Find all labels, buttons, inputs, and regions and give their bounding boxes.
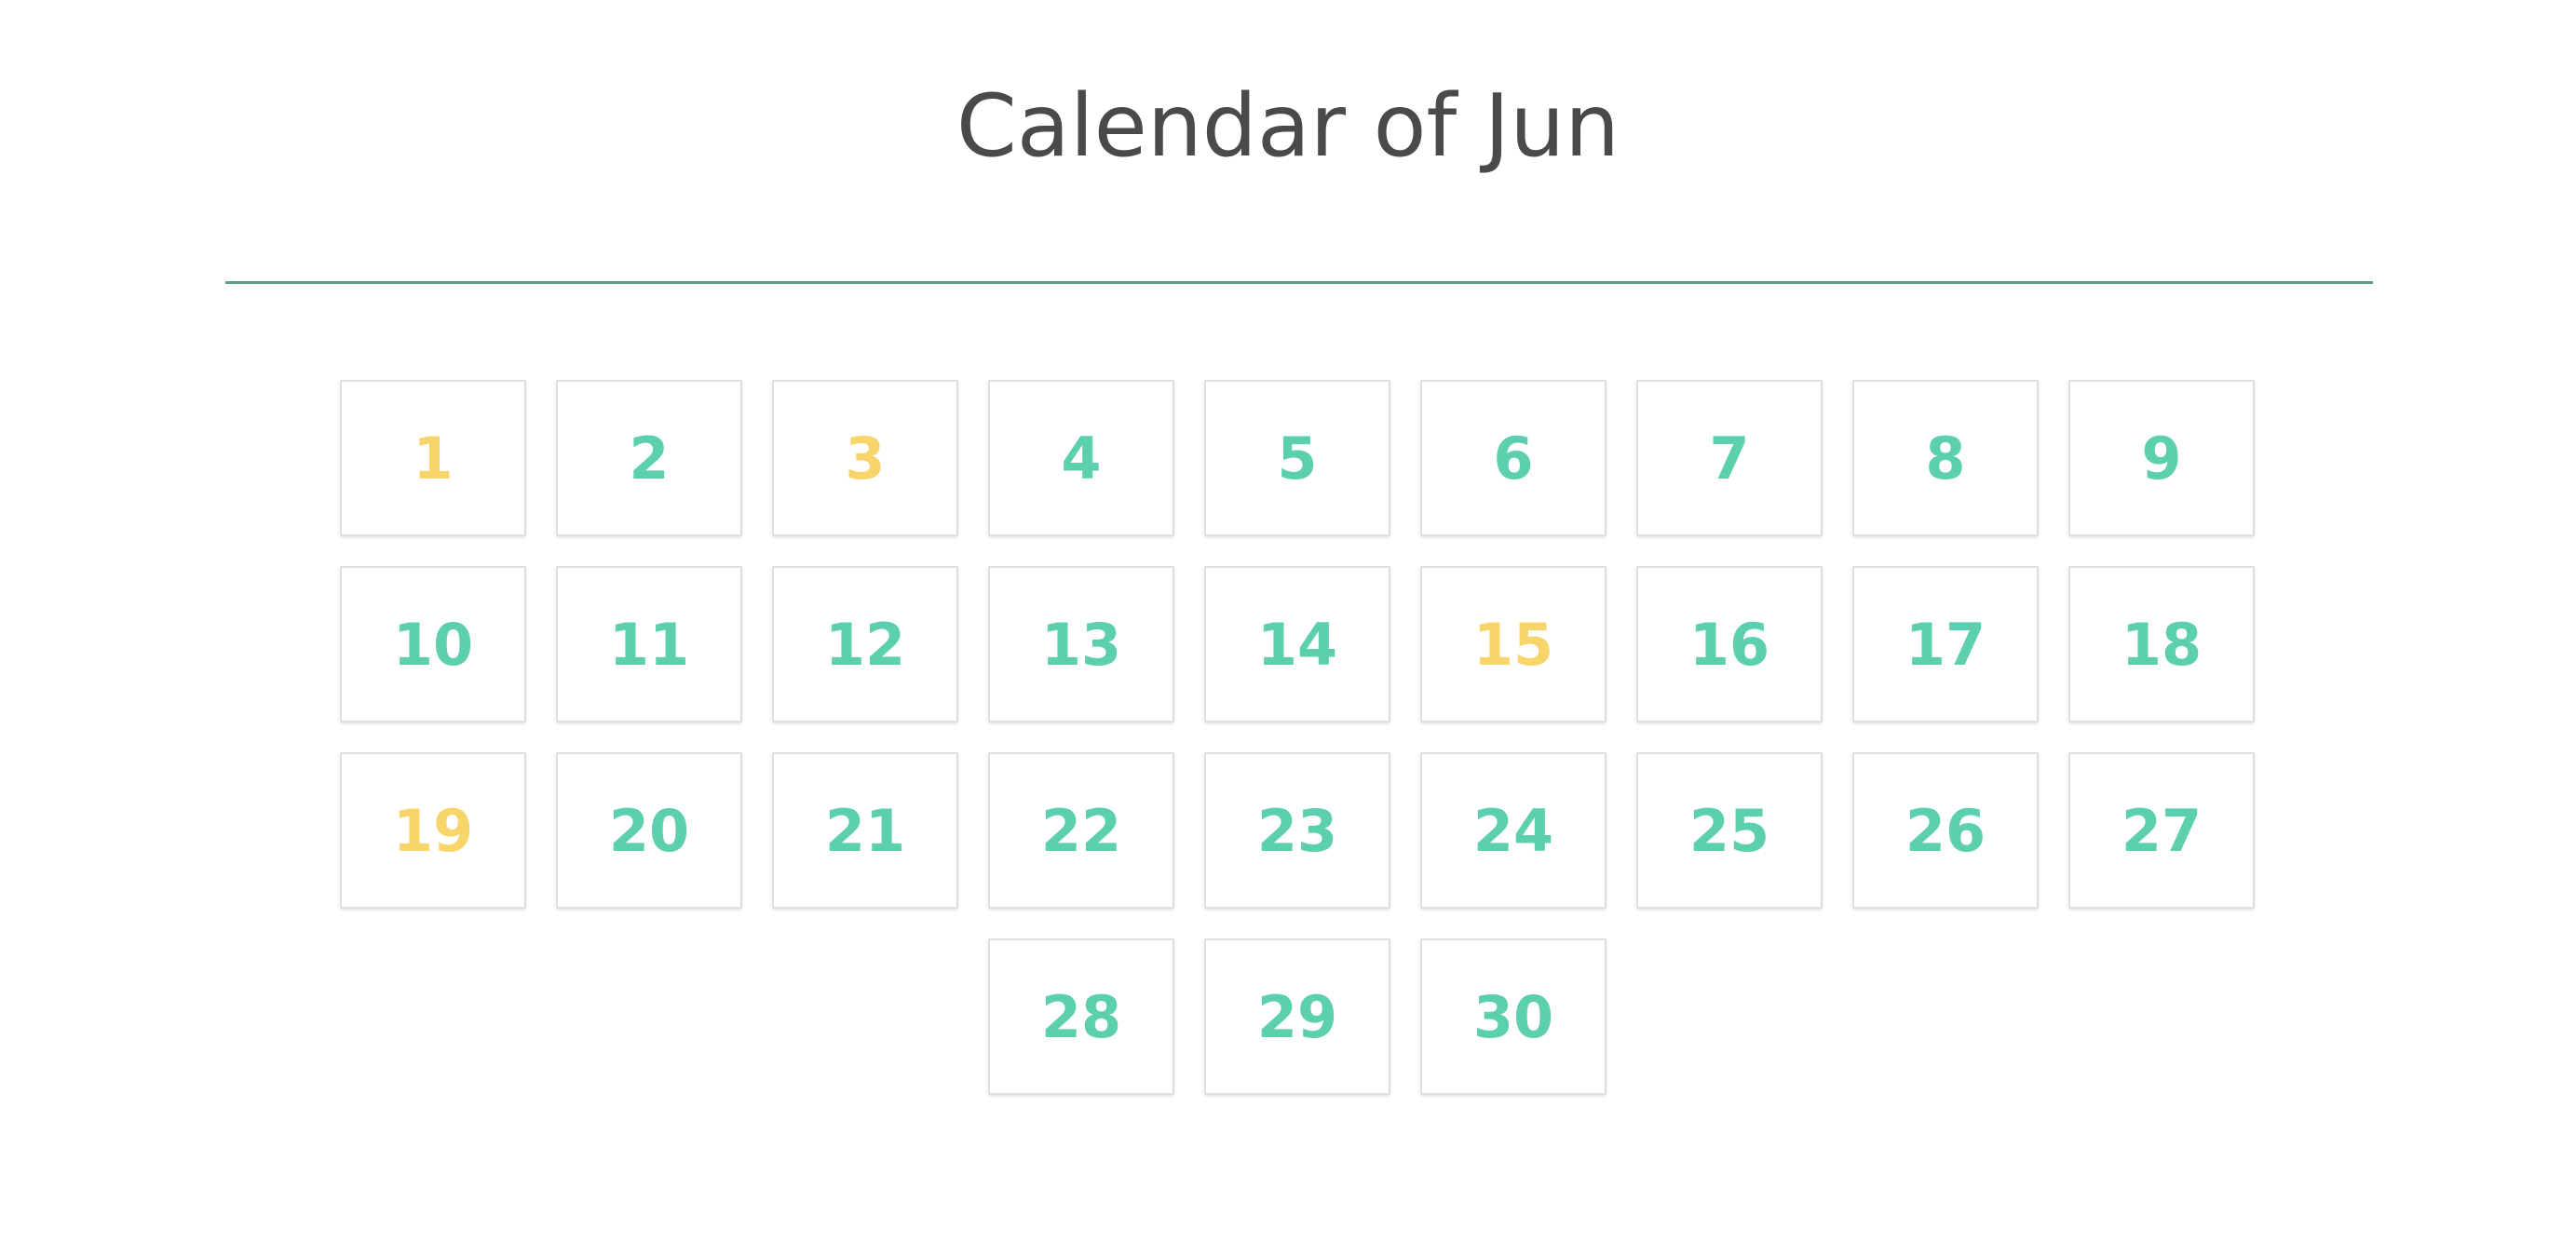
calendar-day[interactable]: 15 — [1420, 566, 1607, 722]
calendar-day[interactable]: 23 — [1204, 752, 1390, 909]
calendar-day[interactable]: 7 — [1636, 380, 1823, 536]
calendar-day[interactable]: 19 — [340, 752, 526, 909]
calendar-day[interactable]: 14 — [1204, 566, 1390, 722]
calendar-day[interactable]: 11 — [556, 566, 742, 722]
calendar-day[interactable]: 28 — [988, 938, 1174, 1095]
calendar-day[interactable]: 1 — [340, 380, 526, 536]
calendar-day[interactable]: 6 — [1420, 380, 1607, 536]
calendar-day[interactable]: 10 — [340, 566, 526, 722]
calendar-day[interactable]: 12 — [772, 566, 958, 722]
calendar-day[interactable]: 27 — [2068, 752, 2255, 909]
calendar-day[interactable]: 24 — [1420, 752, 1607, 909]
title-divider — [225, 281, 2373, 284]
calendar-day[interactable]: 8 — [1852, 380, 2039, 536]
calendar-day[interactable]: 13 — [988, 566, 1174, 722]
calendar-day[interactable]: 16 — [1636, 566, 1823, 722]
calendar-day[interactable]: 25 — [1636, 752, 1823, 909]
calendar-day[interactable]: 17 — [1852, 566, 2039, 722]
calendar-day[interactable]: 9 — [2068, 380, 2255, 536]
calendar-day[interactable]: 21 — [772, 752, 958, 909]
calendar-day[interactable]: 29 — [1204, 938, 1390, 1095]
calendar-day[interactable]: 20 — [556, 752, 742, 909]
calendar-day[interactable]: 22 — [988, 752, 1174, 909]
calendar-day[interactable]: 5 — [1204, 380, 1390, 536]
calendar-day[interactable]: 4 — [988, 380, 1174, 536]
page-title: Calendar of Jun — [956, 75, 1620, 176]
calendar-day[interactable]: 30 — [1420, 938, 1607, 1095]
calendar-day[interactable]: 18 — [2068, 566, 2255, 722]
calendar-day[interactable]: 3 — [772, 380, 958, 536]
calendar-day[interactable]: 26 — [1852, 752, 2039, 909]
calendar-day[interactable]: 2 — [556, 380, 742, 536]
